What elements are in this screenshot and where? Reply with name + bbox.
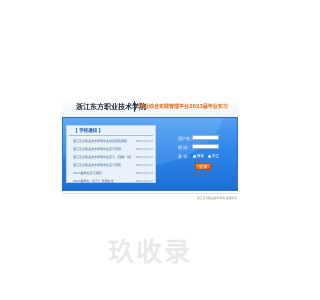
header-divider — [134, 101, 135, 112]
username-input[interactable] — [192, 135, 219, 140]
role-radio-second[interactable] — [208, 155, 211, 158]
notice-item-title[interactable]: 2023届毕业实习通知 — [73, 171, 102, 175]
notice-item-date: 2023-02-27 — [135, 171, 153, 175]
role-radio-first[interactable] — [193, 155, 196, 158]
notice-item-title[interactable]: 浙江东方职业技术学院毕业综合实践通知 — [73, 139, 127, 143]
notice-item[interactable]: 2023届毕业实习通知 2023-02-27 — [73, 171, 153, 179]
password-input[interactable] — [192, 144, 219, 149]
notice-item-date: 2023-02-27 — [135, 179, 153, 183]
password-label: 密 码： — [178, 145, 192, 150]
notice-item[interactable]: 浙江东方职业技术学院毕业综合实践通知 2023-02-27 — [73, 139, 153, 147]
notice-item-date: 2023-02-27 — [135, 139, 153, 143]
notice-title: 【 学校通知 】 — [73, 129, 104, 134]
notice-item-title[interactable]: 2023届毕业（实习）管理办法 — [73, 179, 114, 183]
footer-credit: 浙江东方职业技术学院 版权所有 — [196, 196, 237, 200]
platform-title: 毕业综合实践管理平台2023届毕业实习 — [139, 104, 228, 110]
notice-item-title[interactable]: 浙江东方职业技术学院毕业实习安排 — [73, 147, 121, 151]
notice-item[interactable]: 浙江东方职业技术学院学生实习须知 2023-02-27 — [73, 163, 153, 171]
notice-item[interactable]: 浙江东方职业技术学院毕业实习安排 2023-02-27 — [73, 147, 153, 155]
notice-item-title[interactable]: 浙江东方职业技术学院毕业实习（顶岗）管理办法通知 — [73, 155, 131, 159]
notice-item-date: 2023-02-27 — [135, 155, 153, 159]
notice-item[interactable]: 浙江东方职业技术学院毕业实习（顶岗）管理办法通知 2023-02-27 — [73, 155, 153, 163]
notice-item-title[interactable]: 浙江东方职业技术学院学生实习须知 — [73, 163, 121, 167]
notice-panel: 【 学校通知 】 浙江东方职业技术学院毕业综合实践通知 2023-02-27 浙… — [66, 125, 156, 183]
role-second-label: 学生 — [212, 154, 219, 158]
watermark: 玖收录 — [107, 238, 192, 268]
login-button[interactable]: 登 录 — [195, 163, 211, 170]
role-first-label: 教师 — [197, 154, 204, 158]
notice-divider — [69, 135, 153, 136]
school-name: 浙江东方职业技术学院 — [76, 103, 146, 111]
notice-item-date: 2023-02-27 — [135, 147, 153, 151]
role-label: 身 份： — [178, 154, 192, 159]
footer-divider — [62, 193, 238, 194]
notice-list: 浙江东方职业技术学院毕业综合实践通知 2023-02-27 浙江东方职业技术学院… — [73, 139, 153, 187]
notice-item[interactable]: 2023届毕业（实习）管理办法 2023-02-27 — [73, 179, 153, 187]
notice-item-date: 2023-02-27 — [135, 163, 153, 167]
